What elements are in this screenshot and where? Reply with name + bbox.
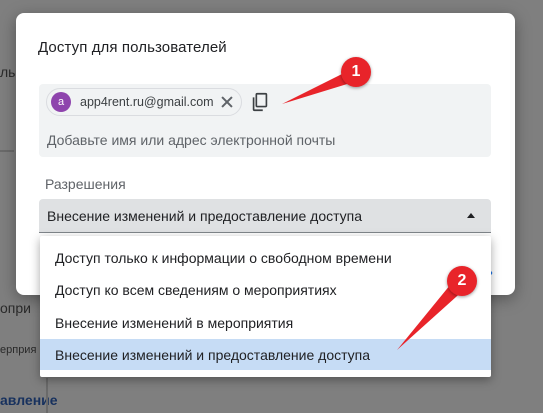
dialog-title: Доступ для пользователей (38, 39, 227, 56)
user-chip[interactable]: a app4rent.ru@gmail.com (46, 88, 242, 116)
permissions-label: Разрешения (45, 176, 126, 192)
background-text: авление (0, 392, 58, 408)
menu-item-edit-and-share[interactable]: Внесение изменений и предоставление дост… (40, 339, 491, 370)
menu-item-label: Доступ ко всем сведениям о мероприятиях (55, 281, 337, 298)
permission-select-value: Внесение изменений и предоставление дост… (47, 208, 363, 224)
permission-dropdown-menu: Доступ только к информации о свободном в… (40, 236, 491, 377)
menu-item-label: Доступ только к информации о свободном в… (55, 249, 392, 266)
menu-item-all-details[interactable]: Доступ ко всем сведениям о мероприятиях (40, 274, 491, 305)
annotation-marker-2: 2 (447, 266, 477, 296)
menu-item-free-busy[interactable]: Доступ только к информации о свободном в… (40, 242, 491, 273)
background-divider (0, 150, 14, 152)
annotation-marker-1: 1 (341, 57, 371, 87)
menu-item-edit-events[interactable]: Внесение изменений в мероприятия (40, 307, 491, 338)
menu-item-label: Внесение изменений и предоставление дост… (55, 346, 371, 363)
background-divider (46, 378, 48, 413)
avatar: a (51, 92, 71, 112)
close-icon[interactable] (220, 95, 234, 109)
chip-email: app4rent.ru@gmail.com (80, 95, 214, 109)
background-text: ерприя (0, 344, 37, 356)
chevron-up-icon (467, 213, 475, 218)
menu-item-label: Внесение изменений в мероприятия (55, 314, 294, 331)
background-text: ль (0, 64, 16, 80)
copy-icon[interactable] (249, 91, 271, 113)
permission-select[interactable]: Внесение изменений и предоставление дост… (39, 199, 491, 233)
add-people-placeholder[interactable]: Добавьте имя или адрес электронной почты (47, 132, 335, 148)
background-text: опри (0, 300, 31, 316)
people-input-box[interactable]: a app4rent.ru@gmail.com Добавьте имя или… (39, 84, 491, 157)
